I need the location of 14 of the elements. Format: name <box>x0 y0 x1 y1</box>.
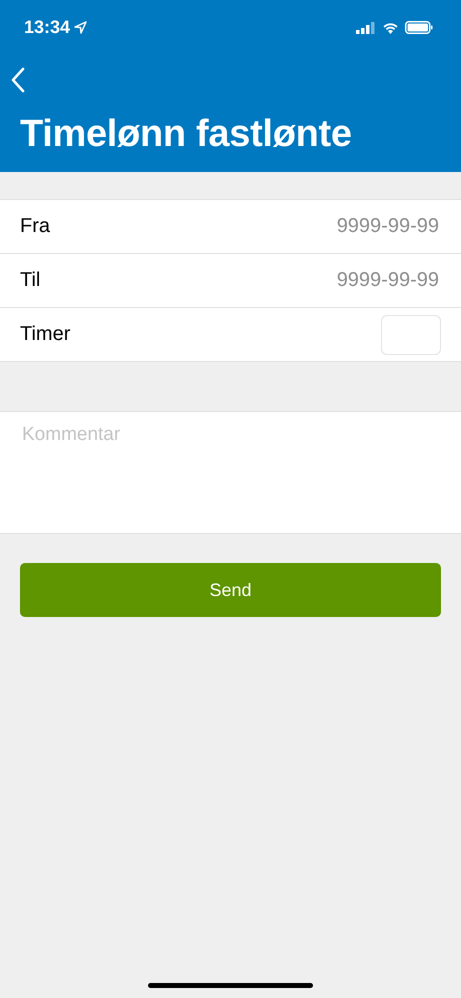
back-button[interactable] <box>10 67 26 93</box>
battery-icon <box>405 21 433 34</box>
comment-field[interactable]: Kommentar <box>0 411 461 534</box>
field-label: Til <box>20 269 40 292</box>
status-time: 13:34 <box>24 17 70 38</box>
field-label: Timer <box>20 323 70 346</box>
field-label: Fra <box>20 215 50 238</box>
location-arrow-icon <box>74 21 88 34</box>
page-title: Timelønn fastlønte <box>19 112 353 156</box>
wifi-icon <box>382 22 399 34</box>
hours-field[interactable] <box>381 314 441 354</box>
signal-icon <box>356 22 376 34</box>
back-chevron-icon <box>10 67 26 93</box>
send-button[interactable]: Send <box>20 563 441 617</box>
